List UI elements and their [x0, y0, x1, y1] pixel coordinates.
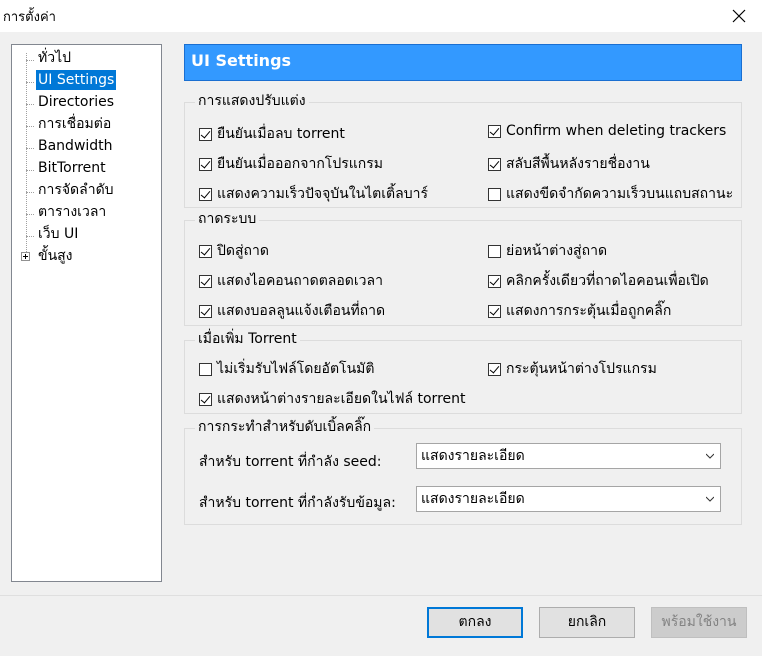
- tree-item-advanced[interactable]: ขั้นสูง: [36, 246, 75, 266]
- checkbox-label: ยืนยันเมื่อออกจากโปรแกรม: [217, 156, 383, 172]
- single-click-tray-checkbox[interactable]: คลิกครั้งเดียวที่ถาดไอคอนเพื่อเปิด: [488, 270, 709, 292]
- tray-balloon-checkbox[interactable]: แสดงบอลลูนแจ้งเตือนที่ถาด: [199, 300, 385, 322]
- tree-item-queueing[interactable]: การจัดลำดับ: [36, 180, 116, 200]
- tree-item-scheduler[interactable]: ตารางเวลา: [36, 202, 108, 222]
- group-title: ถาดระบบ: [195, 210, 260, 228]
- tree-line: [26, 53, 27, 256]
- checkbox-box[interactable]: [199, 362, 212, 376]
- page-title: UI Settings: [191, 51, 292, 70]
- double-click-group: การกระทำสำหรับดับเบิ้ลคลิ๊ก สำหรับ torre…: [184, 418, 742, 525]
- checkbox-label: Confirm when deleting trackers: [506, 123, 727, 139]
- add-torrent-group: เมื่อเพิ่ม Torrent ไม่เริ่มรับไฟล์โดยอัต…: [184, 330, 742, 414]
- tree-branch: [26, 126, 34, 127]
- tree-item-connection[interactable]: การเชื่อมต่อ: [36, 114, 113, 134]
- tree-branch: [26, 60, 34, 61]
- checkbox-box[interactable]: [488, 274, 501, 288]
- checkbox-label: แสดงความเร็วปัจจุบันในไตเติ้ลบาร์: [217, 186, 428, 202]
- download-action-select[interactable]: แสดงรายละเอียด: [416, 486, 721, 512]
- tree-item-web-ui[interactable]: เว็บ UI: [36, 224, 80, 244]
- activate-on-click-checkbox[interactable]: แสดงการกระตุ้นเมื่อถูกคลิ๊ก: [488, 300, 671, 322]
- page-header: UI Settings: [184, 44, 742, 81]
- ok-button[interactable]: ตกลง: [427, 607, 523, 638]
- speed-in-titlebar-checkbox[interactable]: แสดงความเร็วปัจจุบันในไตเติ้ลบาร์: [199, 183, 428, 205]
- cancel-button[interactable]: ยกเลิก: [539, 607, 635, 638]
- seed-action-label: สำหรับ torrent ที่กำลัง seed:: [199, 454, 382, 470]
- checkbox-label: ปิดสู่ถาด: [217, 243, 269, 259]
- seed-action-value: แสดงรายละเอียด: [421, 448, 525, 464]
- apply-button[interactable]: พร้อมใช้งาน: [651, 607, 747, 638]
- checkbox-label: คลิกครั้งเดียวที่ถาดไอคอนเพื่อเปิด: [506, 273, 709, 289]
- tree-branch: [26, 192, 34, 193]
- minimize-to-tray-checkbox[interactable]: ย่อหน้าต่างสู่ถาด: [488, 240, 607, 262]
- checkbox-label: กระตุ้นหน้าต่างโปรแกรม: [506, 361, 657, 377]
- tree-item-bittorrent[interactable]: BitTorrent: [36, 158, 108, 178]
- checkbox-box[interactable]: [199, 304, 212, 318]
- confirm-exit-checkbox[interactable]: ยืนยันเมื่อออกจากโปรแกรม: [199, 153, 383, 175]
- tree-branch: [26, 82, 34, 83]
- checkbox-label: แสดงการกระตุ้นเมื่อถูกคลิ๊ก: [506, 303, 672, 319]
- dont-start-download-checkbox[interactable]: ไม่เริ่มรับไฟล์โดยอัตโนมัติ: [199, 358, 374, 380]
- checkbox-label: แสดงขีดจำกัดความเร็วบนแถบสถานะ: [506, 186, 734, 202]
- checkbox-label: ย่อหน้าต่างสู่ถาด: [506, 243, 608, 259]
- checkbox-box[interactable]: [488, 244, 501, 258]
- speed-limit-statusbar-checkbox[interactable]: แสดงขีดจำกัดความเร็วบนแถบสถานะ: [488, 183, 733, 205]
- footer-separator: [0, 595, 762, 596]
- download-action-value: แสดงรายละเอียด: [421, 491, 525, 507]
- checkbox-label: ไม่เริ่มรับไฟล์โดยอัตโนมัติ: [217, 361, 375, 377]
- checkbox-label: ยืนยันเมื่อลบ torrent: [217, 126, 345, 142]
- activate-window-checkbox[interactable]: กระตุ้นหน้าต่างโปรแกรม: [488, 358, 657, 380]
- expand-icon[interactable]: [21, 252, 30, 261]
- checkbox-box[interactable]: [199, 127, 212, 141]
- alternate-row-colors-checkbox[interactable]: สลับสีพื้นหลังรายชื่องาน: [488, 153, 650, 175]
- tree-item-directories[interactable]: Directories: [36, 92, 116, 112]
- close-icon: [732, 9, 746, 23]
- checkbox-box[interactable]: [488, 157, 501, 171]
- display-group: การแสดงปรับแต่ง ยืนยันเมื่อลบ torrent Co…: [184, 92, 742, 208]
- tray-group: ถาดระบบ ปิดสู่ถาด ย่อหน้าต่างสู่ถาด แสดง…: [184, 210, 742, 326]
- tree-item-bandwidth[interactable]: Bandwidth: [36, 136, 115, 156]
- tree-branch: [26, 214, 34, 215]
- checkbox-box[interactable]: [199, 187, 212, 201]
- confirm-delete-torrent-checkbox[interactable]: ยืนยันเมื่อลบ torrent: [199, 123, 345, 145]
- tree-branch: [26, 170, 34, 171]
- tree-item-ui-settings[interactable]: UI Settings: [36, 70, 117, 90]
- checkbox-label: แสดงไอคอนถาดตลอดเวลา: [217, 273, 383, 289]
- checkbox-label: แสดงหน้าต่างรายละเอียดในไฟล์ torrent: [217, 391, 466, 407]
- checkbox-box[interactable]: [199, 274, 212, 288]
- group-title: การกระทำสำหรับดับเบิ้ลคลิ๊ก: [195, 418, 375, 436]
- settings-tree[interactable]: ทั่วไป UI Settings Directories การเชื่อม…: [11, 44, 162, 582]
- chevron-down-icon: [706, 496, 714, 502]
- tree-item-general[interactable]: ทั่วไป: [36, 48, 73, 68]
- checkbox-box[interactable]: [488, 124, 501, 138]
- tree-branch: [26, 104, 34, 105]
- tree-branch: [26, 148, 34, 149]
- title-bar: การตั้งค่า: [0, 0, 762, 32]
- checkbox-box[interactable]: [488, 304, 501, 318]
- show-torrent-details-checkbox[interactable]: แสดงหน้าต่างรายละเอียดในไฟล์ torrent: [199, 388, 466, 410]
- checkbox-box[interactable]: [199, 157, 212, 171]
- checkbox-label: แสดงบอลลูนแจ้งเตือนที่ถาด: [217, 303, 386, 319]
- confirm-delete-trackers-checkbox[interactable]: Confirm when deleting trackers: [488, 123, 726, 139]
- window-title: การตั้งค่า: [3, 10, 56, 25]
- checkbox-label: สลับสีพื้นหลังรายชื่องาน: [506, 156, 650, 172]
- seed-action-select[interactable]: แสดงรายละเอียด: [416, 443, 721, 469]
- close-button[interactable]: [716, 0, 762, 32]
- always-show-tray-icon-checkbox[interactable]: แสดงไอคอนถาดตลอดเวลา: [199, 270, 383, 292]
- close-to-tray-checkbox[interactable]: ปิดสู่ถาด: [199, 240, 269, 262]
- checkbox-box[interactable]: [488, 187, 501, 201]
- download-action-label: สำหรับ torrent ที่กำลังรับข้อมูล:: [199, 495, 396, 511]
- group-title: เมื่อเพิ่ม Torrent: [195, 330, 300, 348]
- chevron-down-icon: [706, 453, 714, 459]
- group-title: การแสดงปรับแต่ง: [195, 92, 309, 110]
- checkbox-box[interactable]: [199, 392, 212, 406]
- checkbox-box[interactable]: [199, 244, 212, 258]
- checkbox-box[interactable]: [488, 362, 501, 376]
- tree-branch: [26, 236, 34, 237]
